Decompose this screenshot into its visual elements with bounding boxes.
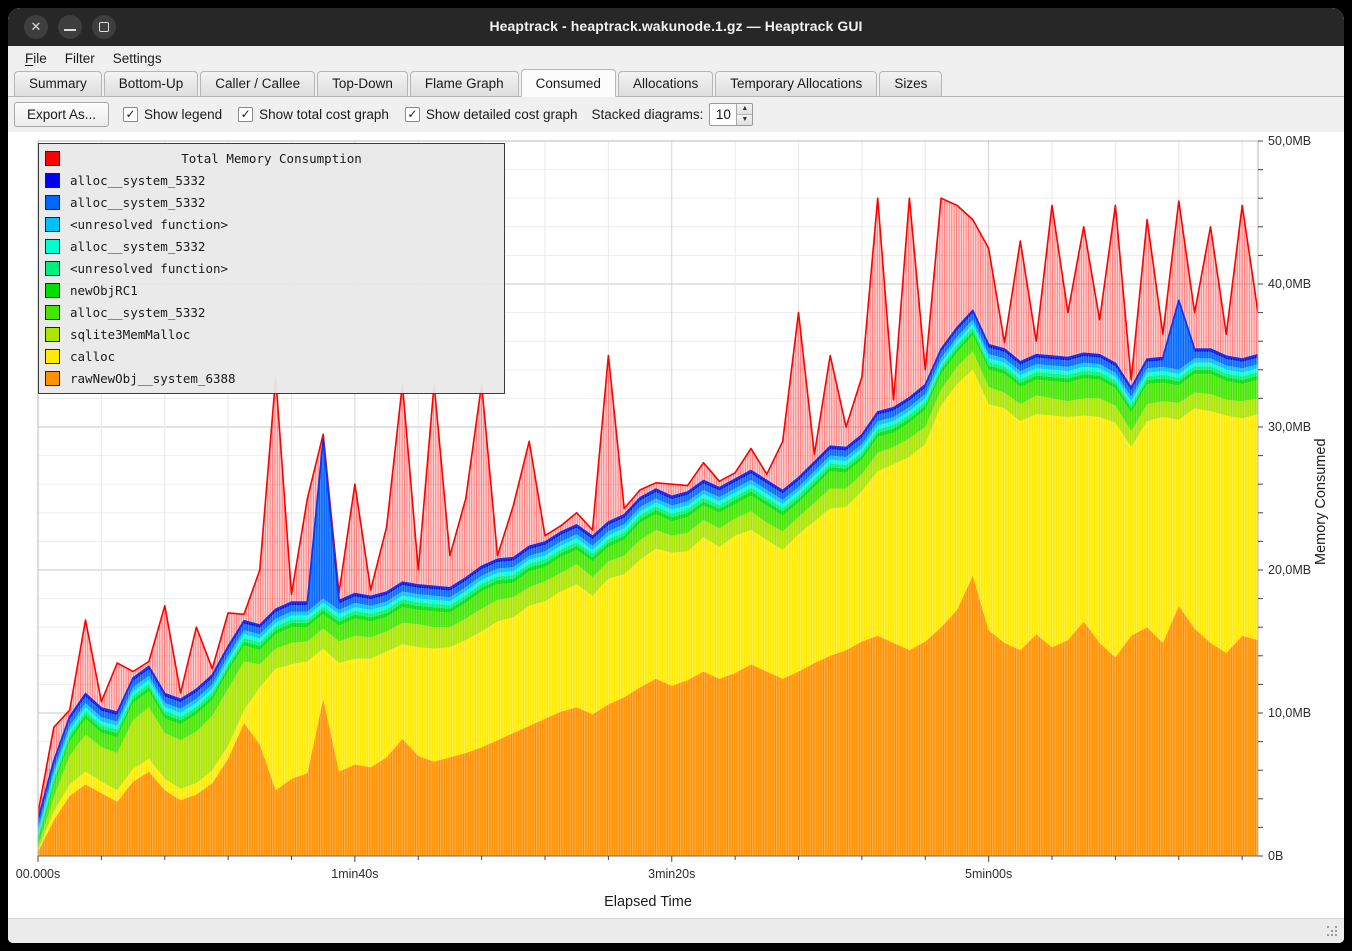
resize-grip-icon[interactable] <box>1327 926 1339 938</box>
legend-color-chip <box>45 261 60 276</box>
legend-item: <unresolved function> <box>39 257 504 279</box>
status-bar <box>8 918 1344 943</box>
checkbox-label: Show total cost graph <box>259 107 389 122</box>
legend-label: sqlite3MemMalloc <box>70 327 190 342</box>
legend-label: rawNewObj__system_6388 <box>70 371 236 386</box>
legend-label: <unresolved function> <box>70 217 228 232</box>
svg-text:5min00s: 5min00s <box>965 867 1012 881</box>
svg-text:00.000s: 00.000s <box>16 867 60 881</box>
legend-label: calloc <box>70 349 115 364</box>
checkbox-show-total-cost-graph[interactable]: ✓ Show total cost graph <box>238 107 389 122</box>
legend-label: alloc__system_5332 <box>70 305 205 320</box>
y-axis-title: Memory Consumed <box>1313 372 1329 632</box>
svg-text:1min40s: 1min40s <box>331 867 378 881</box>
tab-consumed[interactable]: Consumed <box>521 69 616 97</box>
legend-color-chip <box>45 349 60 364</box>
legend-color-chip <box>45 239 60 254</box>
legend-label: alloc__system_5332 <box>70 195 205 210</box>
svg-text:40,0MB: 40,0MB <box>1268 277 1311 291</box>
legend-color-chip <box>45 305 60 320</box>
stacked-diagrams-label: Stacked diagrams: <box>592 107 704 122</box>
tab-bar: SummaryBottom-UpCaller / CalleeTop-DownF… <box>8 70 1344 97</box>
app-window: ✕ Heaptrack - heaptrack.wakunode.1.gz — … <box>8 8 1344 943</box>
legend-item: calloc <box>39 345 504 367</box>
chart-legend: Total Memory Consumption alloc__system_53… <box>38 143 505 394</box>
svg-text:0B: 0B <box>1268 849 1283 863</box>
tab-sizes[interactable]: Sizes <box>879 71 942 96</box>
legend-title: Total Memory Consumption <box>39 151 504 166</box>
stacked-diagrams-spinbox[interactable]: 10 ▲ ▼ <box>709 103 753 126</box>
checkbox-group: ✓ Show legend ✓ Show total cost graph ✓ Show … <box>123 107 578 122</box>
legend-label: <unresolved function> <box>70 261 228 276</box>
legend-color-chip <box>45 371 60 386</box>
tab-bottom-up[interactable]: Bottom-Up <box>104 71 199 96</box>
svg-text:10,0MB: 10,0MB <box>1268 706 1311 720</box>
tab-allocations[interactable]: Allocations <box>618 71 713 96</box>
tab-top-down[interactable]: Top-Down <box>317 71 408 96</box>
tab-flame-graph[interactable]: Flame Graph <box>410 71 519 96</box>
menu-bar: FileFilterSettings <box>8 46 1344 70</box>
checkbox-label: Show legend <box>144 107 222 122</box>
spin-down-icon[interactable]: ▼ <box>737 115 752 125</box>
window-title: Heaptrack - heaptrack.wakunode.1.gz — He… <box>8 18 1344 34</box>
legend-color-chip <box>45 283 60 298</box>
legend-color-chip <box>45 173 60 188</box>
legend-item: rawNewObj__system_6388 <box>39 367 504 389</box>
checkmark-icon[interactable]: ✓ <box>405 107 420 122</box>
legend-label: alloc__system_5332 <box>70 239 205 254</box>
legend-item: newObjRC1 <box>39 279 504 301</box>
legend-item: sqlite3MemMalloc <box>39 323 504 345</box>
svg-text:3min20s: 3min20s <box>648 867 695 881</box>
checkmark-icon[interactable]: ✓ <box>123 107 138 122</box>
legend-item: alloc__system_5332 <box>39 301 504 323</box>
checkmark-icon[interactable]: ✓ <box>238 107 253 122</box>
legend-item: <unresolved function> <box>39 213 504 235</box>
stacked-diagrams-group: Stacked diagrams: 10 ▲ ▼ <box>592 103 754 126</box>
x-axis-title: Elapsed Time <box>8 894 1288 910</box>
checkbox-label: Show detailed cost graph <box>426 107 578 122</box>
checkbox-show-legend[interactable]: ✓ Show legend <box>123 107 222 122</box>
spin-buttons: ▲ ▼ <box>736 104 752 125</box>
svg-text:30,0MB: 30,0MB <box>1268 420 1311 434</box>
legend-label: alloc__system_5332 <box>70 173 205 188</box>
tab-summary[interactable]: Summary <box>14 71 102 96</box>
menu-filter[interactable]: Filter <box>56 48 104 69</box>
title-bar[interactable]: ✕ Heaptrack - heaptrack.wakunode.1.gz — … <box>8 8 1344 46</box>
stacked-diagrams-value[interactable]: 10 <box>710 104 736 125</box>
legend-item: alloc__system_5332 <box>39 191 504 213</box>
svg-text:20,0MB: 20,0MB <box>1268 563 1311 577</box>
menu-file[interactable]: File <box>16 48 56 69</box>
menu-settings[interactable]: Settings <box>104 48 171 69</box>
legend-color-chip <box>45 327 60 342</box>
export-as-button[interactable]: Export As... <box>14 102 109 127</box>
legend-item: alloc__system_5332 <box>39 235 504 257</box>
spin-up-icon[interactable]: ▲ <box>737 104 752 115</box>
legend-title-row: Total Memory Consumption <box>39 147 504 169</box>
svg-text:50,0MB: 50,0MB <box>1268 134 1311 148</box>
legend-color-chip <box>45 195 60 210</box>
toolbar: Export As... ✓ Show legend ✓ Show total cos… <box>8 97 1344 132</box>
legend-label: newObjRC1 <box>70 283 138 298</box>
tab-caller-callee[interactable]: Caller / Callee <box>200 71 315 96</box>
tab-temporary-allocations[interactable]: Temporary Allocations <box>715 71 877 96</box>
checkbox-show-detailed-cost-graph[interactable]: ✓ Show detailed cost graph <box>405 107 578 122</box>
legend-color-chip <box>45 217 60 232</box>
chart-area: 00.000s 1min40s 3min20s 5min00s 0B 10,0MB 20,0… <box>8 132 1344 918</box>
legend-item: alloc__system_5332 <box>39 169 504 191</box>
